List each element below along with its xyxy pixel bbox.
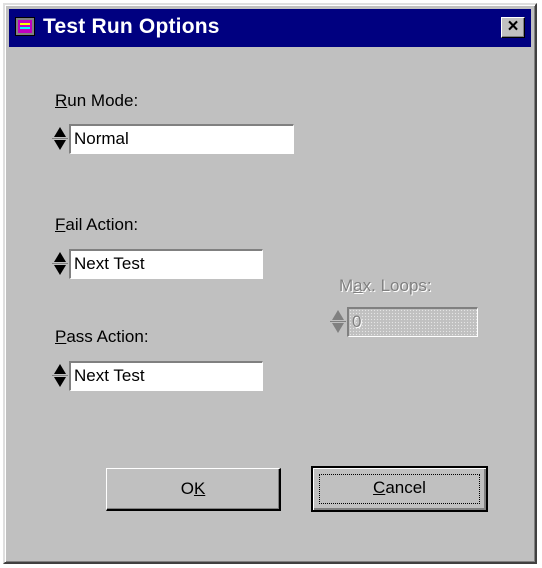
run-mode-spin-arrows-icon[interactable] [52, 124, 68, 154]
dialog-title: Test Run Options [43, 15, 220, 38]
pass-action-label: Pass Action: [55, 327, 149, 346]
pass-action-field[interactable]: Next Test [69, 361, 263, 391]
pass-action-spin-arrows-icon[interactable] [52, 361, 68, 391]
fail-action-spinner[interactable]: Next Test [52, 249, 263, 279]
max-loops-label: Max. Loops: [339, 276, 432, 295]
run-mode-label: Run Mode: [55, 91, 139, 110]
run-mode-field[interactable]: Normal [69, 124, 294, 154]
max-loops-field[interactable]: 0 [347, 307, 478, 337]
max-loops-spin-arrows-icon[interactable] [330, 307, 346, 337]
fail-action-field[interactable]: Next Test [69, 249, 263, 279]
ok-button[interactable]: OK [106, 468, 281, 511]
fail-action-spin-arrows-icon[interactable] [52, 249, 68, 279]
run-mode-spinner[interactable]: Normal [52, 124, 294, 154]
fail-action-label: Fail Action: [55, 215, 139, 234]
cancel-button[interactable]: Cancel [311, 466, 488, 512]
test-run-app-icon [15, 17, 35, 36]
max-loops-spinner[interactable]: 0 [330, 307, 478, 337]
pass-action-spinner[interactable]: Next Test [52, 361, 263, 391]
close-icon[interactable]: × [501, 17, 525, 38]
title-bar[interactable]: Test Run Options × [9, 9, 531, 47]
test-run-options-dialog: Test Run Options × Run Mode: Normal Fail… [3, 3, 537, 564]
